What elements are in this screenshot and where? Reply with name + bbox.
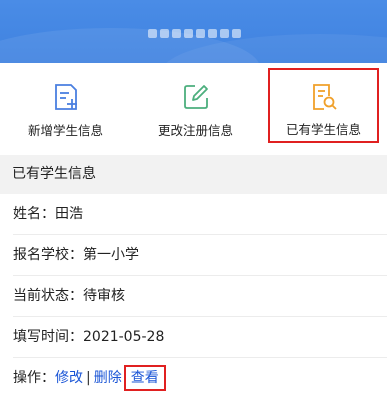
nav-label: 已有学生信息 [285, 122, 361, 137]
field-value: 田浩 [55, 206, 83, 222]
nav-label: 新增学生信息 [27, 123, 103, 138]
search-document-icon [312, 84, 337, 110]
field-value: 2021-05-28 [83, 329, 165, 345]
nav-existing-students[interactable]: 已有学生信息 [268, 68, 379, 143]
field-value: 待审核 [83, 288, 125, 304]
blurred-header-title [140, 26, 248, 40]
field-school: 报名学校：第一小学 [0, 235, 387, 276]
nav-add-student[interactable]: 新增学生信息 [8, 63, 123, 151]
nav-label: 更改注册信息 [157, 123, 233, 138]
field-value: 第一小学 [83, 247, 139, 263]
action-nav: 新增学生信息 更改注册信息 已有学生信息 [0, 63, 387, 151]
add-document-icon [54, 84, 77, 110]
delete-link[interactable]: 删除 [94, 370, 122, 386]
edit-link[interactable]: 修改 [55, 370, 83, 386]
app-header [0, 0, 387, 63]
edit-icon [183, 85, 208, 109]
field-label: 姓名： [13, 206, 55, 222]
field-label: 报名学校： [13, 247, 83, 263]
view-link[interactable]: 查看 [131, 370, 159, 386]
view-link-highlight: 查看 [123, 365, 166, 391]
link-separator: | [86, 370, 91, 386]
field-operations: 操作：修改 | 删除 查看 [0, 358, 387, 399]
field-label: 当前状态： [13, 288, 83, 304]
section-title: 已有学生信息 [0, 155, 387, 194]
field-status: 当前状态：待审核 [0, 276, 387, 317]
nav-edit-registration[interactable]: 更改注册信息 [138, 63, 253, 151]
field-label: 操作： [13, 370, 55, 386]
field-fill-time: 填写时间：2021-05-28 [0, 317, 387, 358]
field-name: 姓名：田浩 [0, 194, 387, 235]
field-label: 填写时间： [13, 329, 83, 345]
